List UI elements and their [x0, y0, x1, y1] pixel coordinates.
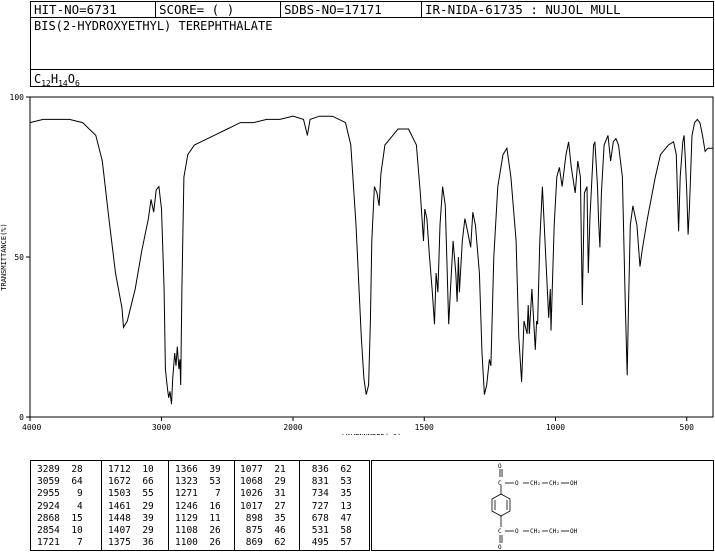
- sdbs-number: SDBS-NO=17171: [280, 2, 421, 17]
- x-tick-label: 1000: [546, 423, 565, 432]
- structure-panel: O C O CH₂ CH₂ OH C O CH₂ CH₂ OH O: [371, 460, 714, 551]
- peak-column-5: 836 62 831 53 734 35 727 13 678 47 531 5…: [311, 464, 352, 549]
- compound-name: BIS(2-HYDROXYETHYL) TEREPHTHALATE: [34, 19, 273, 33]
- peak-column-2: 1712 10 1672 66 1503 55 1461 29 1448 39 …: [108, 464, 154, 549]
- methylene-2-bottom: CH₂: [549, 528, 560, 535]
- methylene-1-bottom: CH₂: [530, 528, 541, 535]
- hit-number: HIT-NO=6731: [34, 2, 117, 17]
- hydroxyl-bottom: OH: [570, 528, 578, 535]
- formula-row: C12H14O6: [31, 69, 713, 88]
- peak-column-divider: [168, 461, 169, 550]
- peak-column-1: 3289 28 3059 64 2955 9 2924 4 2868 15 28…: [37, 464, 83, 549]
- ester-oxygen-bottom: O: [515, 528, 519, 535]
- carbonyl-oxygen-top: O: [498, 463, 502, 470]
- x-tick-label: 1500: [415, 423, 434, 432]
- peak-column-4: 1077 21 1068 29 1026 31 1017 27 898 35 8…: [240, 464, 286, 549]
- peak-column-3: 1366 39 1323 53 1271 7 1246 16 1129 11 1…: [175, 464, 221, 549]
- score: SCORE= ( ): [155, 2, 280, 17]
- carbon-bottom: C: [498, 528, 502, 535]
- x-axis-label: WAVENUMBER(-1): [342, 433, 401, 435]
- methylene-1-top: CH₂: [530, 480, 541, 487]
- carbonyl-oxygen-bottom: O: [498, 544, 502, 550]
- y-tick-label: 0: [19, 413, 24, 422]
- molecular-formula: C12H14O6: [34, 72, 80, 88]
- header-info-row: HIT-NO=6731 SCORE= ( ) SDBS-NO=17171 IR-…: [31, 2, 713, 18]
- x-tick-label: 500: [680, 423, 695, 432]
- ir-spectrum-chart: 4000 3000 2000 1500 1000 500 0 50 100 WAVENUMBER(…: [0, 93, 714, 435]
- x-tick-label: 4000: [22, 423, 41, 432]
- carbon-top: C: [498, 480, 502, 487]
- spectrum-line: [29, 115, 713, 405]
- spectrum-header: HIT-NO=6731 SCORE= ( ) SDBS-NO=17171 IR-…: [30, 1, 714, 88]
- y-tick-label: 50: [14, 253, 24, 262]
- peak-table: 3289 28 3059 64 2955 9 2924 4 2868 15 28…: [30, 460, 370, 551]
- x-tick-label: 2000: [283, 423, 302, 432]
- y-axis-label: TRANSMITTANCE(%): [0, 223, 8, 290]
- y-tick-label: 100: [10, 93, 25, 102]
- molecule-structure-drawing: O C O CH₂ CH₂ OH C O CH₂ CH₂ OH O: [491, 463, 578, 551]
- ester-oxygen-top: O: [515, 480, 519, 487]
- x-tick-label: 3000: [152, 423, 171, 432]
- peak-column-divider: [101, 461, 102, 550]
- hydroxyl-top: OH: [570, 480, 578, 487]
- methylene-2-top: CH₂: [549, 480, 560, 487]
- peak-column-divider: [234, 461, 235, 550]
- peak-column-divider: [299, 461, 300, 550]
- ir-nida-method: IR-NIDA-61735 : NUJOL MULL: [421, 2, 713, 17]
